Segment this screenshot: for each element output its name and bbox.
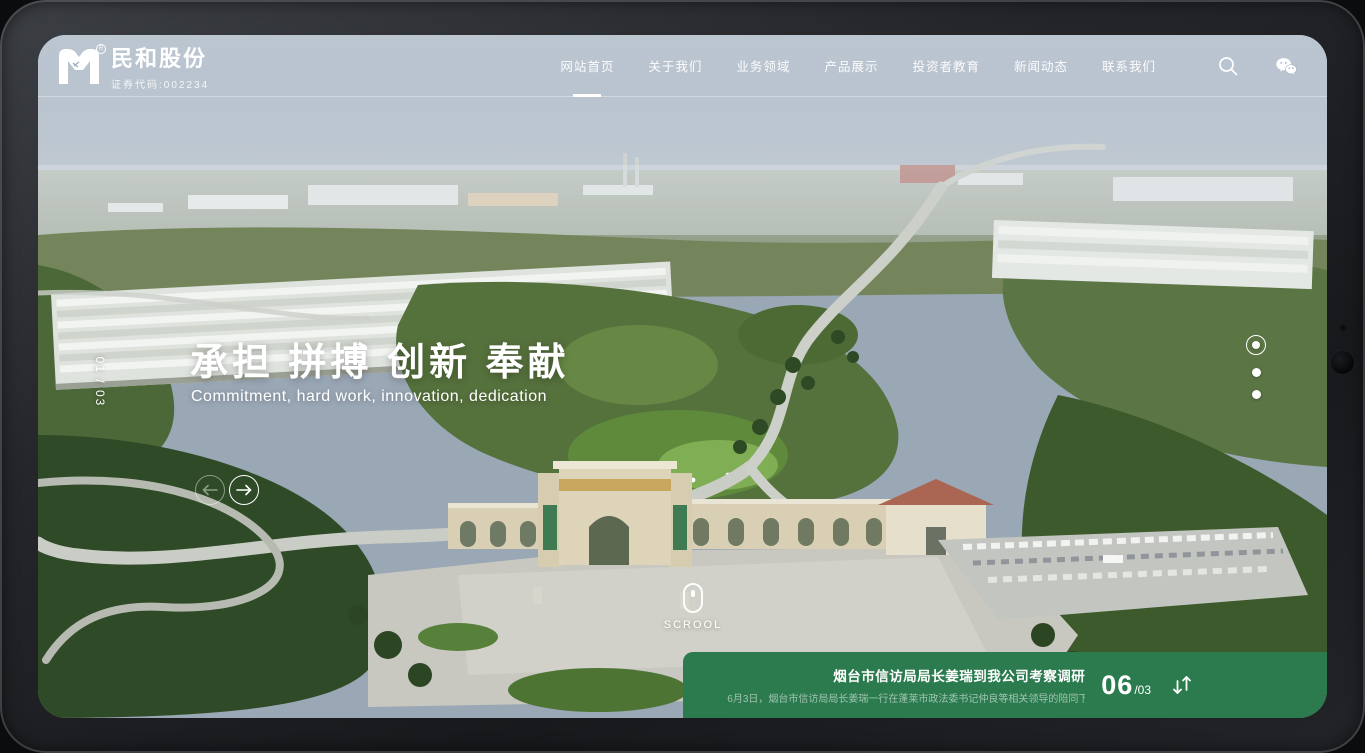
main-nav: 网站首页 关于我们 业务领域 产品展示 投资者教育 新闻动态 联系我们 xyxy=(543,35,1173,97)
slide-dots xyxy=(1244,336,1268,399)
arrow-left-icon xyxy=(202,484,218,496)
nav-item-products[interactable]: 产品展示 xyxy=(807,35,895,97)
browser-screen: R 民和股份 证券代码:002234 网站首页 关于我们 业务领域 产品展示 投… xyxy=(38,35,1327,718)
tablet-frame: R 民和股份 证券代码:002234 网站首页 关于我们 业务领域 产品展示 投… xyxy=(0,0,1365,753)
search-icon[interactable] xyxy=(1217,55,1239,77)
hero-subtitle: Commitment, hard work, innovation, dedic… xyxy=(191,388,547,406)
nav-item-about[interactable]: 关于我们 xyxy=(631,35,719,97)
brand-logo[interactable]: R 民和股份 证券代码:002234 xyxy=(56,41,209,91)
news-date: 06 /03 xyxy=(1101,670,1151,701)
slide-dot-1[interactable] xyxy=(1252,341,1260,349)
nav-item-home[interactable]: 网站首页 xyxy=(543,35,631,97)
nav-item-business[interactable]: 业务领域 xyxy=(719,35,807,97)
nav-item-contact[interactable]: 联系我们 xyxy=(1085,35,1173,97)
next-slide-button[interactable] xyxy=(229,475,259,505)
registered-mark: R xyxy=(96,44,106,54)
wechat-icon[interactable] xyxy=(1275,55,1297,77)
nav-item-investor[interactable]: 投资者教育 xyxy=(895,35,997,97)
news-excerpt: 6月3日，烟台市信访局局长姜瑞一行在蓬莱市政法委书记仲良等相关领导的陪同下... xyxy=(727,690,1085,705)
camera-lens xyxy=(1331,351,1354,374)
arrow-right-icon xyxy=(236,484,252,496)
news-title[interactable]: 烟台市信访局局长姜瑞到我公司考察调研 xyxy=(727,665,1085,685)
stock-code: 证券代码:002234 xyxy=(111,76,209,91)
scroll-label: SCROOL xyxy=(664,619,722,631)
slider-arrows xyxy=(195,475,259,505)
prev-slide-button[interactable] xyxy=(195,475,225,505)
scroll-hint: SCROOL xyxy=(660,583,726,631)
mic-dot xyxy=(1340,325,1346,331)
hero-title: 承担 拼搏 创新 奉献 xyxy=(190,331,570,386)
slide-dot-2[interactable] xyxy=(1252,368,1261,377)
swap-vertical-icon[interactable] xyxy=(1169,672,1195,698)
m-handshake-logo-icon: R xyxy=(56,46,102,86)
nav-item-news[interactable]: 新闻动态 xyxy=(997,35,1085,97)
site-header: R 民和股份 证券代码:002234 网站首页 关于我们 业务领域 产品展示 投… xyxy=(38,35,1327,97)
slide-dot-3[interactable] xyxy=(1252,390,1261,399)
brand-name: 民和股份 xyxy=(111,41,209,73)
slide-counter: 01 / 03 xyxy=(93,342,107,422)
mouse-scroll-icon xyxy=(683,583,703,613)
news-panel[interactable]: 烟台市信访局局长姜瑞到我公司考察调研 6月3日，烟台市信访局局长姜瑞一行在蓬莱市… xyxy=(683,652,1327,718)
